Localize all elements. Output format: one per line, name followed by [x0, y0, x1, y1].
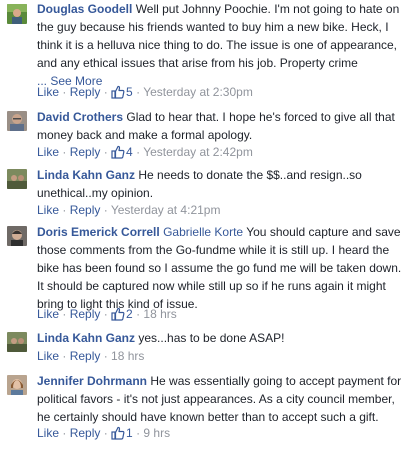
reply-button[interactable]: Reply	[70, 426, 101, 440]
comment-body: Jennifer Dohrmann He was essentially goi…	[37, 372, 409, 426]
comment-body: Linda Kahn Ganz yes...has to be done ASA…	[37, 329, 409, 347]
comment-body: David Crothers Glad to hear that. I hope…	[37, 108, 409, 144]
comment-actions: Like · Reply · 4 · Yesterday at 2:42pm	[37, 145, 253, 159]
like-count[interactable]: 2	[126, 307, 133, 321]
comment-actions: Like · Reply · 2 · 18 hrs	[37, 307, 177, 321]
avatar[interactable]	[7, 332, 27, 352]
comment-body: Douglas Goodell Well put Johnny Poochie.…	[37, 0, 409, 90]
like-button[interactable]: Like	[37, 203, 59, 217]
timestamp[interactable]: Yesterday at 4:21pm	[111, 203, 221, 217]
comment-actions: Like · Reply · 1 · 9 hrs	[37, 426, 171, 440]
timestamp[interactable]: Yesterday at 2:42pm	[143, 145, 253, 159]
tagged-user-link[interactable]: Gabrielle Korte	[163, 225, 243, 239]
timestamp[interactable]: 9 hrs	[143, 426, 170, 440]
comment-actions: Like · Reply · Yesterday at 4:21pm	[37, 203, 221, 217]
like-button[interactable]: Like	[37, 145, 59, 159]
avatar[interactable]	[7, 375, 27, 395]
like-button[interactable]: Like	[37, 426, 59, 440]
thumbs-up-icon[interactable]	[111, 307, 125, 321]
comment-text: yes...has to be done ASAP!	[138, 331, 285, 345]
comment-body: Linda Kahn Ganz He needs to donate the $…	[37, 166, 409, 202]
comment-author[interactable]: Jennifer Dohrmann	[37, 374, 147, 388]
avatar[interactable]	[7, 226, 27, 246]
reply-button[interactable]: Reply	[70, 349, 101, 363]
timestamp[interactable]: 18 hrs	[111, 349, 144, 363]
like-button[interactable]: Like	[37, 85, 59, 99]
timestamp[interactable]: 18 hrs	[143, 307, 176, 321]
thumbs-up-icon[interactable]	[111, 85, 125, 99]
avatar[interactable]	[7, 4, 27, 24]
thumbs-up-icon[interactable]	[111, 426, 125, 440]
like-button[interactable]: Like	[37, 307, 59, 321]
comment-author[interactable]: Linda Kahn Ganz	[37, 331, 135, 345]
comment-actions: Like · Reply · 18 hrs	[37, 349, 145, 363]
comment-actions: Like · Reply · 5 · Yesterday at 2:30pm	[37, 85, 253, 99]
avatar[interactable]	[7, 169, 27, 189]
comment-thread: Douglas Goodell Well put Johnny Poochie.…	[0, 0, 413, 449]
avatar[interactable]	[7, 111, 27, 131]
reply-button[interactable]: Reply	[70, 85, 101, 99]
timestamp[interactable]: Yesterday at 2:30pm	[143, 85, 253, 99]
like-count[interactable]: 5	[126, 85, 133, 99]
reply-button[interactable]: Reply	[70, 145, 101, 159]
like-button[interactable]: Like	[37, 349, 59, 363]
comment-author[interactable]: Douglas Goodell	[37, 2, 132, 16]
reply-button[interactable]: Reply	[70, 307, 101, 321]
reply-button[interactable]: Reply	[70, 203, 101, 217]
comment-author[interactable]: David Crothers	[37, 110, 123, 124]
like-count[interactable]: 4	[126, 145, 133, 159]
like-count[interactable]: 1	[126, 426, 133, 440]
comment-author[interactable]: Linda Kahn Ganz	[37, 168, 135, 182]
comment-body: Doris Emerick Correll Gabrielle Korte Yo…	[37, 223, 409, 313]
thumbs-up-icon[interactable]	[111, 145, 125, 159]
comment-author[interactable]: Doris Emerick Correll	[37, 225, 160, 239]
